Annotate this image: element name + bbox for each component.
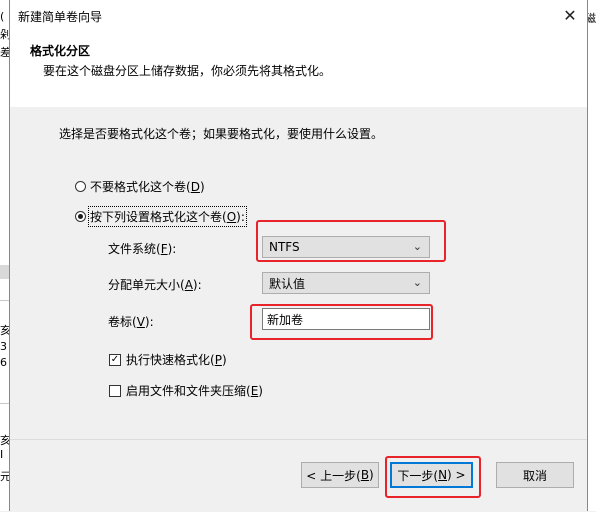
annotation-highlight-filesystem: [256, 220, 446, 262]
checkbox-label: 执行快速格式化(P): [126, 353, 227, 367]
bg-divider: [0, 403, 9, 404]
close-icon: ✕: [563, 6, 577, 25]
allocation-size-label: 分配单元大小(A):: [108, 278, 202, 292]
bg-fragment: (: [0, 10, 5, 23]
annotation-highlight-next: [385, 456, 481, 498]
compression-checkbox[interactable]: 启用文件和文件夹压缩(E): [109, 382, 263, 399]
radio-button[interactable]: [75, 181, 86, 192]
close-button[interactable]: ✕: [553, 0, 587, 31]
back-button[interactable]: < 上一步(B): [301, 462, 379, 488]
bg-fragment: 3: [0, 340, 7, 353]
allocation-size-select[interactable]: 默认值 ⌄: [262, 272, 430, 294]
quick-format-checkbox[interactable]: ✓ 执行快速格式化(P): [109, 351, 227, 368]
cancel-button[interactable]: 取消: [496, 462, 574, 488]
radio-no-format[interactable]: 不要格式化这个卷(D): [75, 178, 205, 195]
new-simple-volume-wizard: 新建简单卷向导 ✕ 格式化分区 要在这个磁盘分区上储存数据，你必须先将其格式化。…: [9, 0, 588, 512]
title-bar: 新建简单卷向导 ✕: [10, 0, 587, 31]
wizard-header: 格式化分区 要在这个磁盘分区上储存数据，你必须先将其格式化。: [10, 31, 587, 108]
radio-label: 按下列设置格式化这个卷(O):: [88, 206, 247, 227]
radio-label: 不要格式化这个卷(D): [90, 180, 205, 194]
bg-scrollbar: [0, 265, 9, 279]
checkbox-label: 启用文件和文件夹压缩(E): [126, 384, 263, 398]
wizard-body: 选择是否要格式化这个卷；如果要格式化，要使用什么设置。 不要格式化这个卷(D) …: [10, 107, 587, 439]
checkbox-unchecked[interactable]: [109, 384, 121, 397]
page-subtitle: 要在这个磁盘分区上储存数据，你必须先将其格式化。: [43, 64, 332, 78]
background-window-right: 磁: [585, 0, 596, 511]
filesystem-label: 文件系统(F):: [108, 242, 177, 256]
instruction-text: 选择是否要格式化这个卷；如果要格式化，要使用什么设置。: [59, 127, 384, 141]
bg-fragment: 6: [0, 356, 7, 369]
bg-fragment: I: [0, 448, 4, 461]
volume-label-label: 卷标(V):: [108, 315, 154, 329]
chevron-down-icon: ⌄: [412, 276, 422, 289]
bg-divider: [0, 300, 9, 301]
page-title: 格式化分区: [30, 44, 91, 58]
annotation-highlight-volume-label: [250, 304, 433, 340]
window-title: 新建简单卷向导: [18, 10, 103, 24]
wizard-footer: < 上一步(B) 下一步(N) > 取消: [10, 439, 587, 512]
checkbox-checked[interactable]: ✓: [109, 353, 121, 366]
allocation-size-value: 默认值: [269, 276, 306, 291]
radio-button[interactable]: [75, 211, 86, 222]
radio-format-with-settings[interactable]: 按下列设置格式化这个卷(O):: [75, 206, 247, 227]
